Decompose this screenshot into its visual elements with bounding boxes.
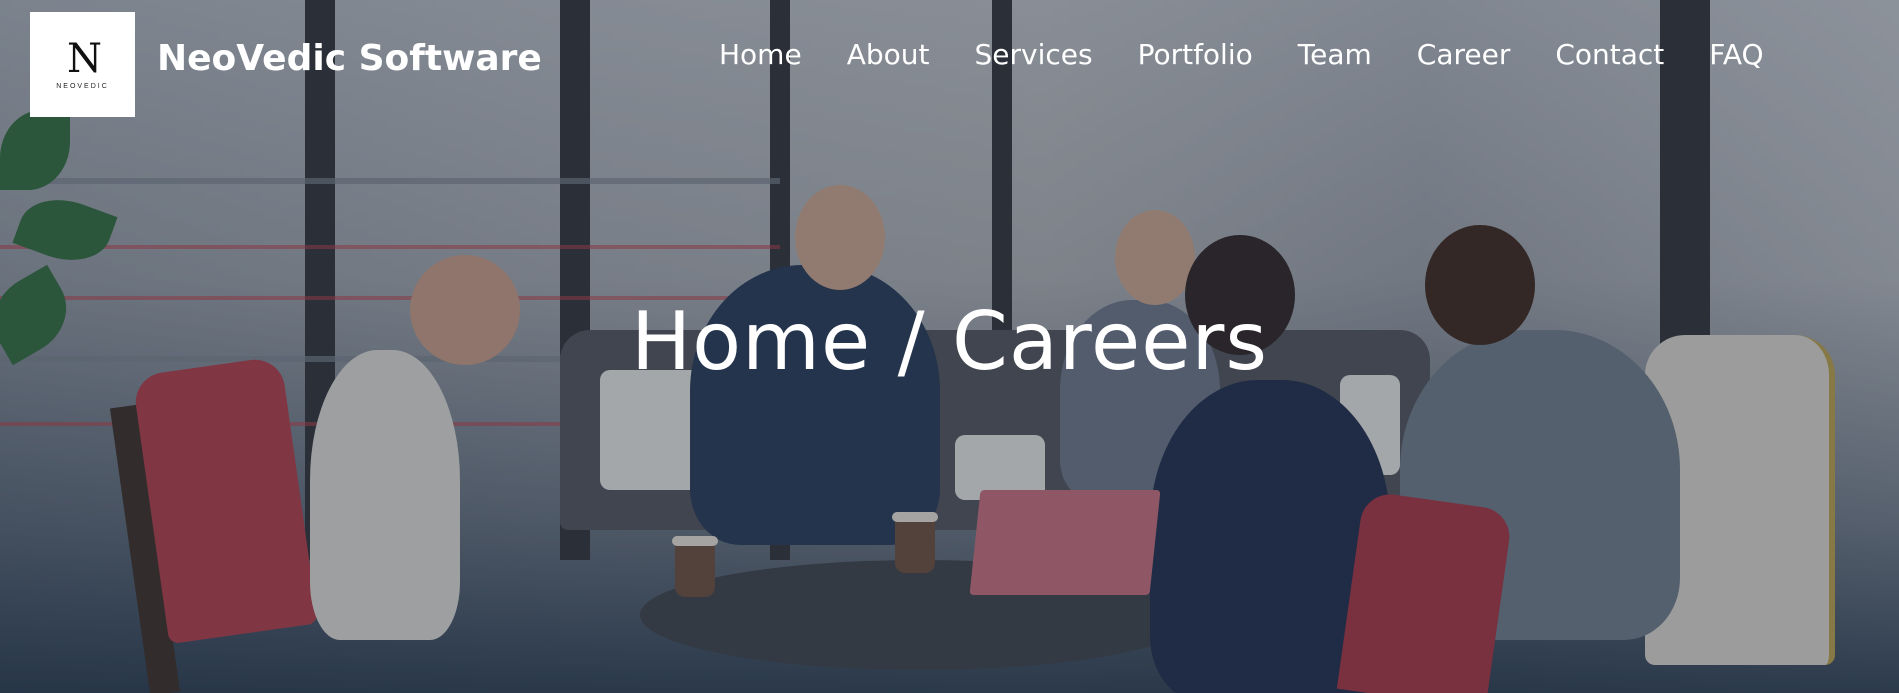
main-nav: Home About Services Portfolio Team Caree…: [719, 38, 1764, 71]
brand-name[interactable]: NeoVedic Software: [157, 38, 542, 79]
nav-item-career[interactable]: Career: [1417, 38, 1511, 71]
page-title: Home / Careers: [630, 295, 1269, 388]
nav-item-team[interactable]: Team: [1298, 38, 1372, 71]
nav-item-services[interactable]: Services: [974, 38, 1092, 71]
nav-item-faq[interactable]: FAQ: [1709, 38, 1763, 71]
nav-item-portfolio[interactable]: Portfolio: [1138, 38, 1253, 71]
nav-item-about[interactable]: About: [847, 38, 930, 71]
hero-banner: N NEOVEDIC NeoVedic Software Home About …: [0, 0, 1899, 693]
logo-wordmark: NEOVEDIC: [56, 83, 109, 90]
logo-monogram-icon: N: [67, 36, 102, 82]
site-logo[interactable]: N NEOVEDIC: [30, 12, 135, 117]
nav-item-contact[interactable]: Contact: [1555, 38, 1664, 71]
nav-item-home[interactable]: Home: [719, 38, 802, 71]
